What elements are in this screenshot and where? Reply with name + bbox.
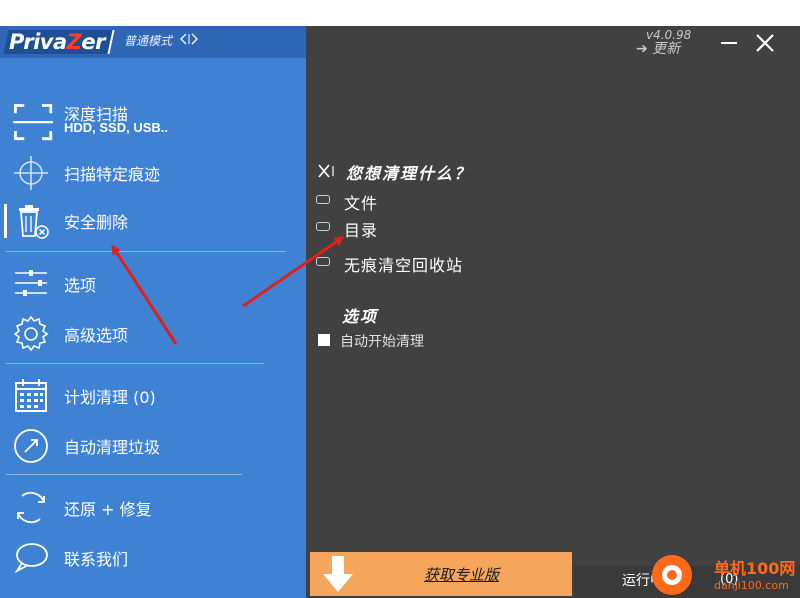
sidebar-item-scheduled-clean[interactable]: 计划清理 (0)	[0, 372, 290, 416]
mode-toggle-icon[interactable]	[180, 32, 198, 46]
sidebar-item-label: 安全删除	[64, 213, 129, 232]
sidebar-item-secure-delete[interactable]: 安全删除	[0, 198, 290, 242]
mode-label[interactable]: 普通模式	[124, 32, 172, 49]
sidebar-item-restore[interactable]: 还原 + 修复	[0, 484, 290, 528]
sidebar-divider	[6, 474, 242, 475]
option-label: 目录	[344, 221, 379, 240]
scan-frame-icon	[13, 104, 54, 141]
sidebar-item-auto-clean[interactable]: 自动清理垃圾	[0, 422, 290, 466]
calendar-icon	[15, 379, 47, 412]
minimize-icon[interactable]	[718, 32, 740, 54]
download-arrow-icon	[323, 556, 353, 592]
sidebar-item-options[interactable]: 选项	[0, 260, 290, 304]
option-checkbox[interactable]	[316, 222, 330, 231]
sidebar-item-label: 自动清理垃圾	[64, 438, 161, 457]
sidebar-item-scan-traces[interactable]: 扫描特定痕迹	[0, 150, 290, 194]
watermark-url: danji100.com	[714, 579, 789, 592]
update-link[interactable]: ➔ 更新	[636, 38, 680, 58]
watermark-logo-dot	[667, 570, 677, 580]
sidebar-item-label: 高级选项	[64, 326, 129, 345]
sidebar-divider	[6, 251, 286, 252]
sidebar-item-label: 计划清理 (0)	[64, 388, 156, 407]
get-pro-label[interactable]: 获取专业版	[424, 564, 499, 585]
sidebar-item-contact[interactable]: 联系我们	[0, 534, 290, 578]
sidebar-item-label: 还原 + 修复	[64, 500, 152, 519]
sidebar-item-deep-scan[interactable]: 深度扫描 HDD, SSD, USB..	[0, 98, 290, 144]
gauge-icon	[14, 429, 48, 463]
option-label: 无痕清空回收站	[344, 256, 464, 275]
options-heading: 选项	[342, 307, 379, 326]
chat-icon	[14, 543, 48, 574]
auto-clean-checkbox[interactable]	[318, 334, 330, 346]
option-checkbox[interactable]	[316, 257, 330, 266]
gear-icon	[13, 315, 49, 352]
sliders-icon	[15, 270, 47, 296]
screen-top-strip	[0, 0, 800, 26]
clean-question-heading: 您想清理什么？	[346, 164, 473, 183]
close-icon[interactable]	[754, 32, 776, 54]
sidebar-item-label: 扫描特定痕迹	[64, 165, 161, 184]
option-label: 文件	[344, 194, 379, 213]
sidebar-item-label: 联系我们	[64, 550, 129, 569]
sidebar-item-label: 选项	[64, 276, 97, 295]
sidebar-divider	[6, 363, 264, 364]
deselect-all-icon[interactable]	[318, 163, 338, 179]
sidebar-item-sublabel: HDD, SSD, USB..	[64, 120, 169, 135]
auto-clean-label: 自动开始清理	[340, 334, 424, 350]
watermark-title: 单机100网	[714, 559, 796, 578]
app-logo: PrivaZer	[9, 30, 106, 54]
restore-icon	[17, 491, 45, 524]
watermark: 单机100网 danji100.com	[652, 553, 800, 598]
sidebar-item-advanced-options[interactable]: 高级选项	[0, 310, 290, 354]
crosshair-icon	[14, 156, 48, 190]
option-checkbox[interactable]	[316, 195, 330, 204]
trash-delete-icon	[19, 205, 49, 239]
